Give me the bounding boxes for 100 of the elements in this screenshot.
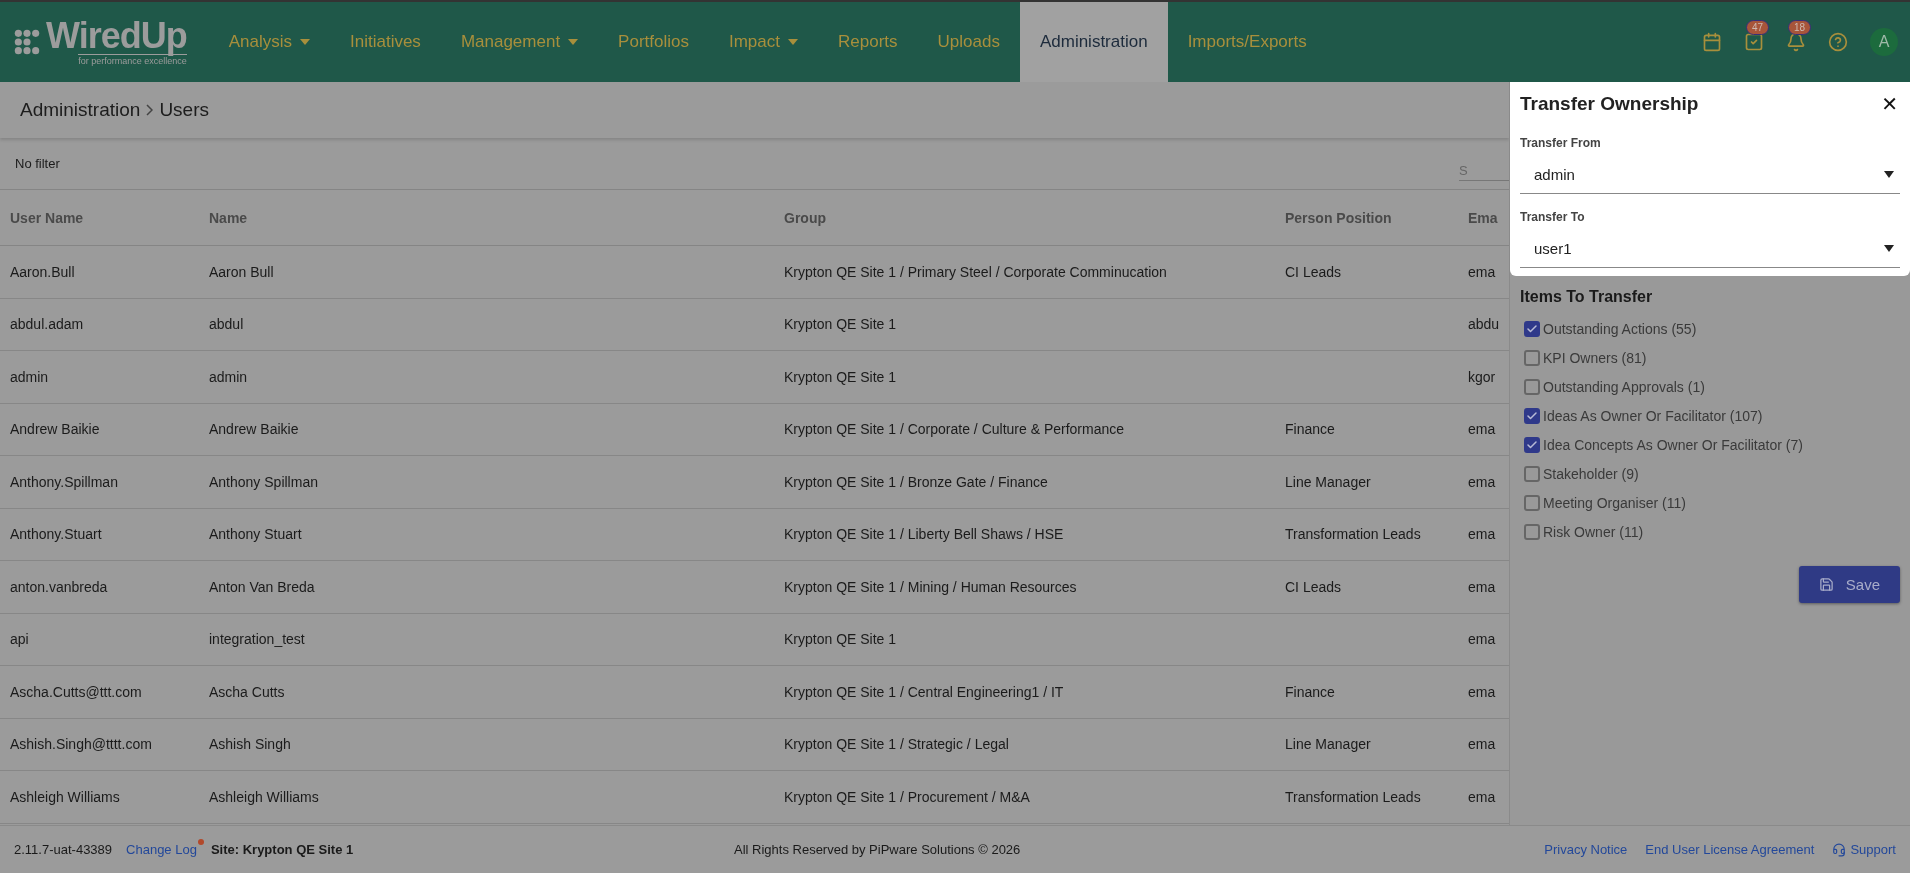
- table-cell: Anthony Spillman: [199, 456, 774, 509]
- checkbox-label: Stakeholder (9): [1543, 465, 1639, 482]
- select-field[interactable]: admin: [1520, 156, 1900, 194]
- checkbox-label: KPI Owners (81): [1543, 349, 1647, 366]
- table-cell: Finance: [1275, 403, 1458, 456]
- column-header[interactable]: Name: [199, 190, 774, 246]
- table-cell: Anthony.Stuart: [0, 508, 199, 561]
- bell-icon[interactable]: [1786, 32, 1806, 52]
- table-cell: Aaron.Bull: [0, 246, 199, 299]
- table-cell: Aaron Bull: [199, 246, 774, 299]
- column-header[interactable]: Person Position: [1275, 190, 1458, 246]
- nav-tab[interactable]: Administration: [1019, 2, 1168, 82]
- table-cell: Ashleigh Williams: [0, 771, 199, 824]
- table-cell: Line Manager: [1275, 718, 1458, 771]
- count-badge: 18: [1788, 20, 1812, 35]
- nav-tab[interactable]: Management: [440, 2, 599, 82]
- checkbox[interactable]: [1524, 320, 1540, 337]
- nav-tab[interactable]: Analysis: [208, 2, 330, 82]
- nav-tab[interactable]: Reports: [818, 2, 918, 82]
- nav-tab[interactable]: Uploads: [917, 2, 1020, 82]
- table-cell: anton.vanbreda: [0, 561, 199, 614]
- table-cell: abdul: [199, 298, 774, 351]
- change-log-link[interactable]: Change Log: [126, 842, 197, 857]
- table-cell: integration_test: [199, 613, 774, 666]
- checkbox-label: Idea Concepts As Owner Or Facilitator (7): [1543, 436, 1803, 453]
- user-avatar[interactable]: A: [1870, 28, 1898, 56]
- table-cell: Anthony Stuart: [199, 508, 774, 561]
- checkbox[interactable]: [1524, 494, 1540, 511]
- table-cell: Krypton QE Site 1 / Central Engineering1 / IT: [774, 666, 1275, 719]
- version-text: 2.11.7-uat-43389: [14, 842, 113, 857]
- footer-link[interactable]: Privacy Notice: [1544, 842, 1628, 857]
- table-cell: Anthony.Spillman: [0, 456, 199, 509]
- table-cell: Ascha Cutts: [199, 666, 774, 719]
- checkbox-label: Ideas As Owner Or Facilitator (107): [1543, 407, 1763, 424]
- caret-icon: [300, 39, 310, 45]
- table-cell: Transformation Leads: [1275, 508, 1458, 561]
- table-cell: Krypton QE Site 1: [774, 613, 1275, 666]
- table-cell: Anton Van Breda: [199, 561, 774, 614]
- checkbox[interactable]: [1524, 407, 1540, 424]
- table-cell: Krypton QE Site 1 / Corporate / Culture & Performance: [774, 403, 1275, 456]
- section-title: Items To Transfer: [1520, 288, 1654, 306]
- headset-icon: [1832, 842, 1847, 857]
- panel-title: Transfer Ownership: [1520, 93, 1699, 115]
- check-icon: [1526, 409, 1538, 422]
- table-cell: Ashish.Singh@tttt.com: [0, 718, 199, 771]
- table-cell: Ashleigh Williams: [199, 771, 774, 824]
- table-cell: Krypton QE Site 1 / Strategic / Legal: [774, 718, 1275, 771]
- table-cell: Krypton QE Site 1 / Liberty Bell Shaws / HSE: [774, 508, 1275, 561]
- check-icon: [1526, 322, 1538, 335]
- caret-icon: [568, 39, 579, 45]
- nav-tab[interactable]: Impact: [709, 2, 818, 82]
- table-cell: Krypton QE Site 1 / Primary Steel / Corporate Comminucation: [774, 246, 1275, 299]
- checkbox-label: Meeting Organiser (11): [1543, 494, 1686, 511]
- checkbox[interactable]: [1524, 523, 1540, 540]
- table-cell: Krypton QE Site 1 / Bronze Gate / Finance: [774, 456, 1275, 509]
- table-cell: Ascha.Cutts@ttt.com: [0, 666, 199, 719]
- breadcrumb-item[interactable]: Administration: [20, 99, 141, 121]
- filter-label: No filter: [15, 156, 60, 171]
- nav-tab[interactable]: Imports/Exports: [1167, 2, 1327, 82]
- footer-link[interactable]: End User License Agreement: [1645, 842, 1815, 857]
- close-button[interactable]: ✕: [1879, 92, 1900, 116]
- select-field[interactable]: user1: [1520, 230, 1900, 268]
- breadcrumb-item: Users: [159, 99, 209, 121]
- caret-icon: [1884, 171, 1894, 178]
- table-cell: Transformation Leads: [1275, 771, 1458, 824]
- footer-link[interactable]: Support: [1832, 842, 1896, 857]
- table-cell: Finance: [1275, 666, 1458, 719]
- table-cell: CI Leads: [1275, 561, 1458, 614]
- table-cell: Andrew Baikie: [0, 403, 199, 456]
- checkbox[interactable]: [1524, 349, 1540, 366]
- table-cell: abdul.adam: [0, 298, 199, 351]
- field-label: Transfer To: [1520, 210, 1586, 224]
- table-cell: Krypton QE Site 1: [774, 351, 1275, 404]
- calendar-icon[interactable]: [1702, 32, 1722, 52]
- column-header[interactable]: User Name: [0, 190, 199, 246]
- checkbox[interactable]: [1524, 436, 1540, 453]
- save-button[interactable]: Save: [1798, 566, 1900, 603]
- table-cell: CI Leads: [1275, 246, 1458, 299]
- table-cell: Line Manager: [1275, 456, 1458, 509]
- checkbox-label: Outstanding Approvals (1): [1543, 378, 1705, 395]
- column-header[interactable]: Group: [774, 190, 1275, 246]
- logo-icon: [14, 29, 40, 55]
- help-icon[interactable]: [1828, 32, 1848, 52]
- table-cell: Krypton QE Site 1: [774, 298, 1275, 351]
- nav-tab[interactable]: Initiatives: [330, 2, 441, 82]
- table-cell: admin: [0, 351, 199, 404]
- checkbox-icon[interactable]: [1744, 32, 1764, 52]
- nav-tab[interactable]: Portfolios: [598, 2, 709, 82]
- save-icon: [1818, 577, 1834, 592]
- check-icon: [1526, 438, 1538, 451]
- table-cell: Andrew Baikie: [199, 403, 774, 456]
- checkbox[interactable]: [1524, 465, 1540, 482]
- table-cell: Krypton QE Site 1 / Mining / Human Resources: [774, 561, 1275, 614]
- checkbox-label: Risk Owner (11): [1543, 523, 1644, 540]
- field-label: Transfer From: [1520, 136, 1602, 150]
- table-cell: Krypton QE Site 1 / Procurement / M&A: [774, 771, 1275, 824]
- table-cell: Ashish Singh: [199, 718, 774, 771]
- brand-tagline: for performance excellence: [78, 54, 187, 66]
- checkbox[interactable]: [1524, 378, 1540, 395]
- chevron-icon: [146, 104, 154, 116]
